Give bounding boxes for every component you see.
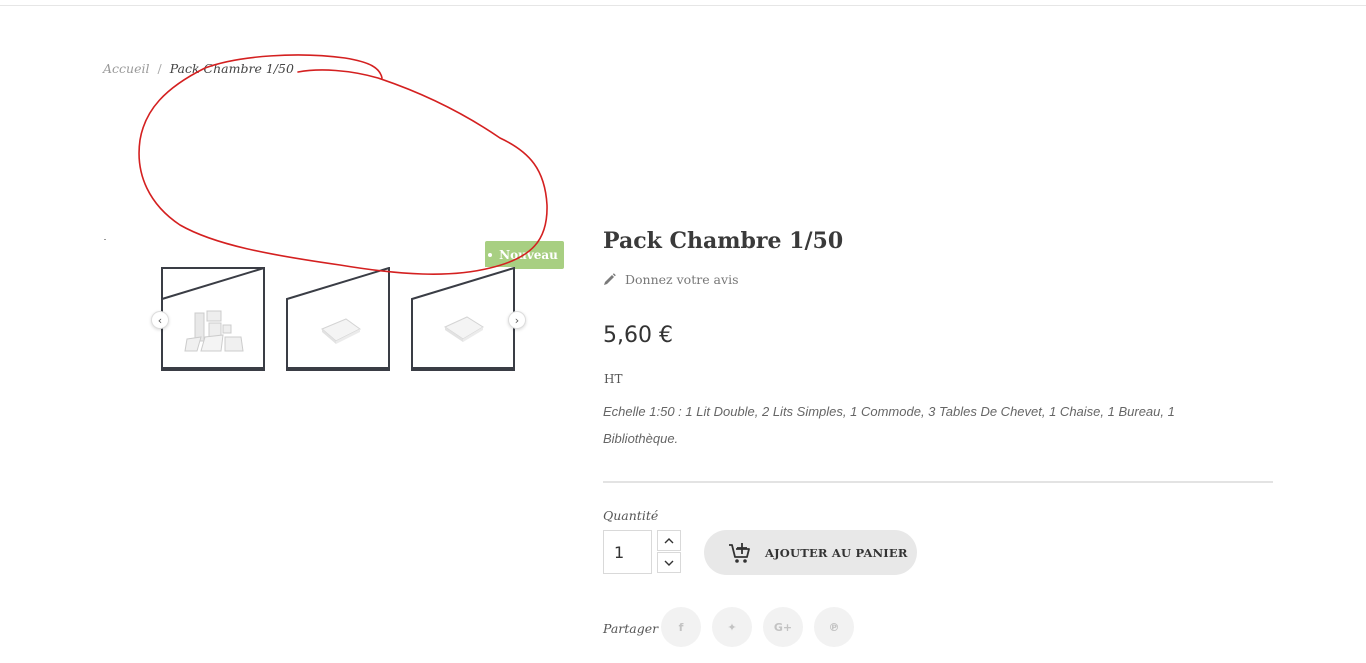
breadcrumb-home-link[interactable]: Accueil bbox=[103, 61, 149, 76]
white-block-image bbox=[411, 267, 515, 371]
pencil-icon bbox=[604, 273, 616, 285]
product-title: Pack Chambre 1/50 bbox=[603, 228, 844, 254]
quantity-decrement-button[interactable] bbox=[657, 552, 681, 573]
chevron-down-icon bbox=[664, 560, 674, 566]
breadcrumb-separator: / bbox=[157, 61, 162, 76]
cart-add-icon bbox=[729, 542, 750, 563]
thumbnail-1[interactable] bbox=[161, 267, 265, 371]
quantity-increment-button[interactable] bbox=[657, 530, 681, 551]
breadcrumb: Accueil / Pack Chambre 1/50 bbox=[103, 61, 294, 76]
section-divider bbox=[603, 481, 1273, 483]
tax-label: HT bbox=[604, 372, 623, 386]
header-divider bbox=[0, 5, 1366, 6]
facebook-icon: f bbox=[678, 620, 684, 634]
share-facebook-button[interactable]: f bbox=[661, 607, 701, 647]
thumbnail-2[interactable] bbox=[286, 267, 390, 371]
add-to-cart-label: AJOUTER AU PANIER bbox=[765, 545, 908, 560]
twitter-icon: ✦ bbox=[727, 620, 737, 634]
gallery-prev-button[interactable]: ‹ bbox=[151, 311, 169, 329]
new-badge: Nouveau bbox=[485, 241, 564, 269]
gallery-next-button[interactable]: › bbox=[508, 311, 526, 329]
share-twitter-button[interactable]: ✦ bbox=[712, 607, 752, 647]
furniture-set-image bbox=[161, 267, 265, 371]
add-to-cart-button[interactable]: AJOUTER AU PANIER bbox=[704, 530, 917, 575]
review-link-label: Donnez votre avis bbox=[625, 272, 739, 287]
main-image-placeholder bbox=[104, 239, 106, 240]
chevron-up-icon bbox=[664, 537, 674, 543]
chevron-right-icon: › bbox=[514, 313, 520, 327]
quantity-input[interactable] bbox=[603, 530, 652, 574]
share-label: Partager bbox=[603, 621, 659, 636]
product-price: 5,60 € bbox=[603, 323, 673, 348]
share-google-plus-button[interactable]: G+ bbox=[763, 607, 803, 647]
quantity-label: Quantité bbox=[603, 508, 659, 523]
google-plus-icon: G+ bbox=[773, 620, 793, 634]
white-block-image bbox=[286, 267, 390, 371]
review-link[interactable]: Donnez votre avis bbox=[603, 272, 739, 287]
new-badge-label: Nouveau bbox=[499, 248, 558, 262]
product-description: Echelle 1:50 : 1 Lit Double, 2 Lits Simp… bbox=[603, 404, 1175, 446]
share-pinterest-button[interactable]: ℗ bbox=[814, 607, 854, 647]
chevron-left-icon: ‹ bbox=[157, 313, 163, 327]
thumbnail-3[interactable] bbox=[411, 267, 515, 371]
breadcrumb-current: Pack Chambre 1/50 bbox=[169, 61, 294, 76]
pinterest-icon: ℗ bbox=[828, 620, 840, 634]
